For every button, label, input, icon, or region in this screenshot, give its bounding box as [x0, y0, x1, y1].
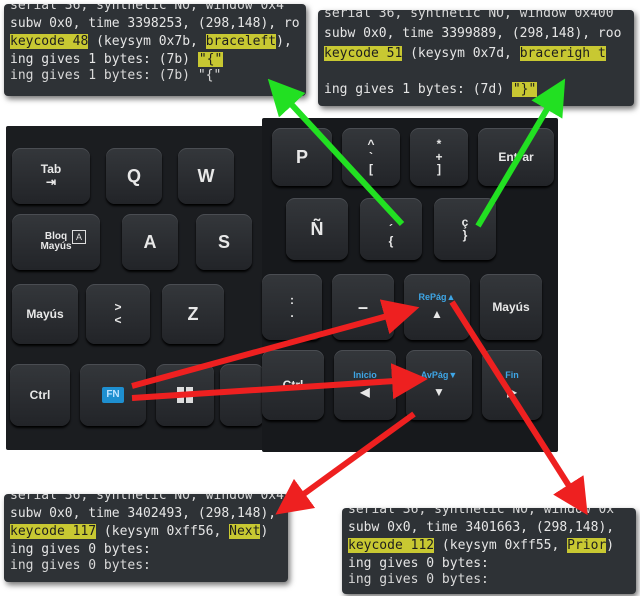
red-arrow-fn-to-pageup: [131, 299, 420, 389]
red-arrow-pageup-to-prior: [449, 300, 588, 516]
annotation-arrows: [131, 78, 588, 516]
red-arrow-fn-to-pagedown: [131, 363, 428, 401]
green-arrow-braceright: [475, 78, 566, 228]
red-arrow-pagedown-to-next: [275, 411, 416, 515]
green-arrow-braceleft: [267, 78, 405, 227]
